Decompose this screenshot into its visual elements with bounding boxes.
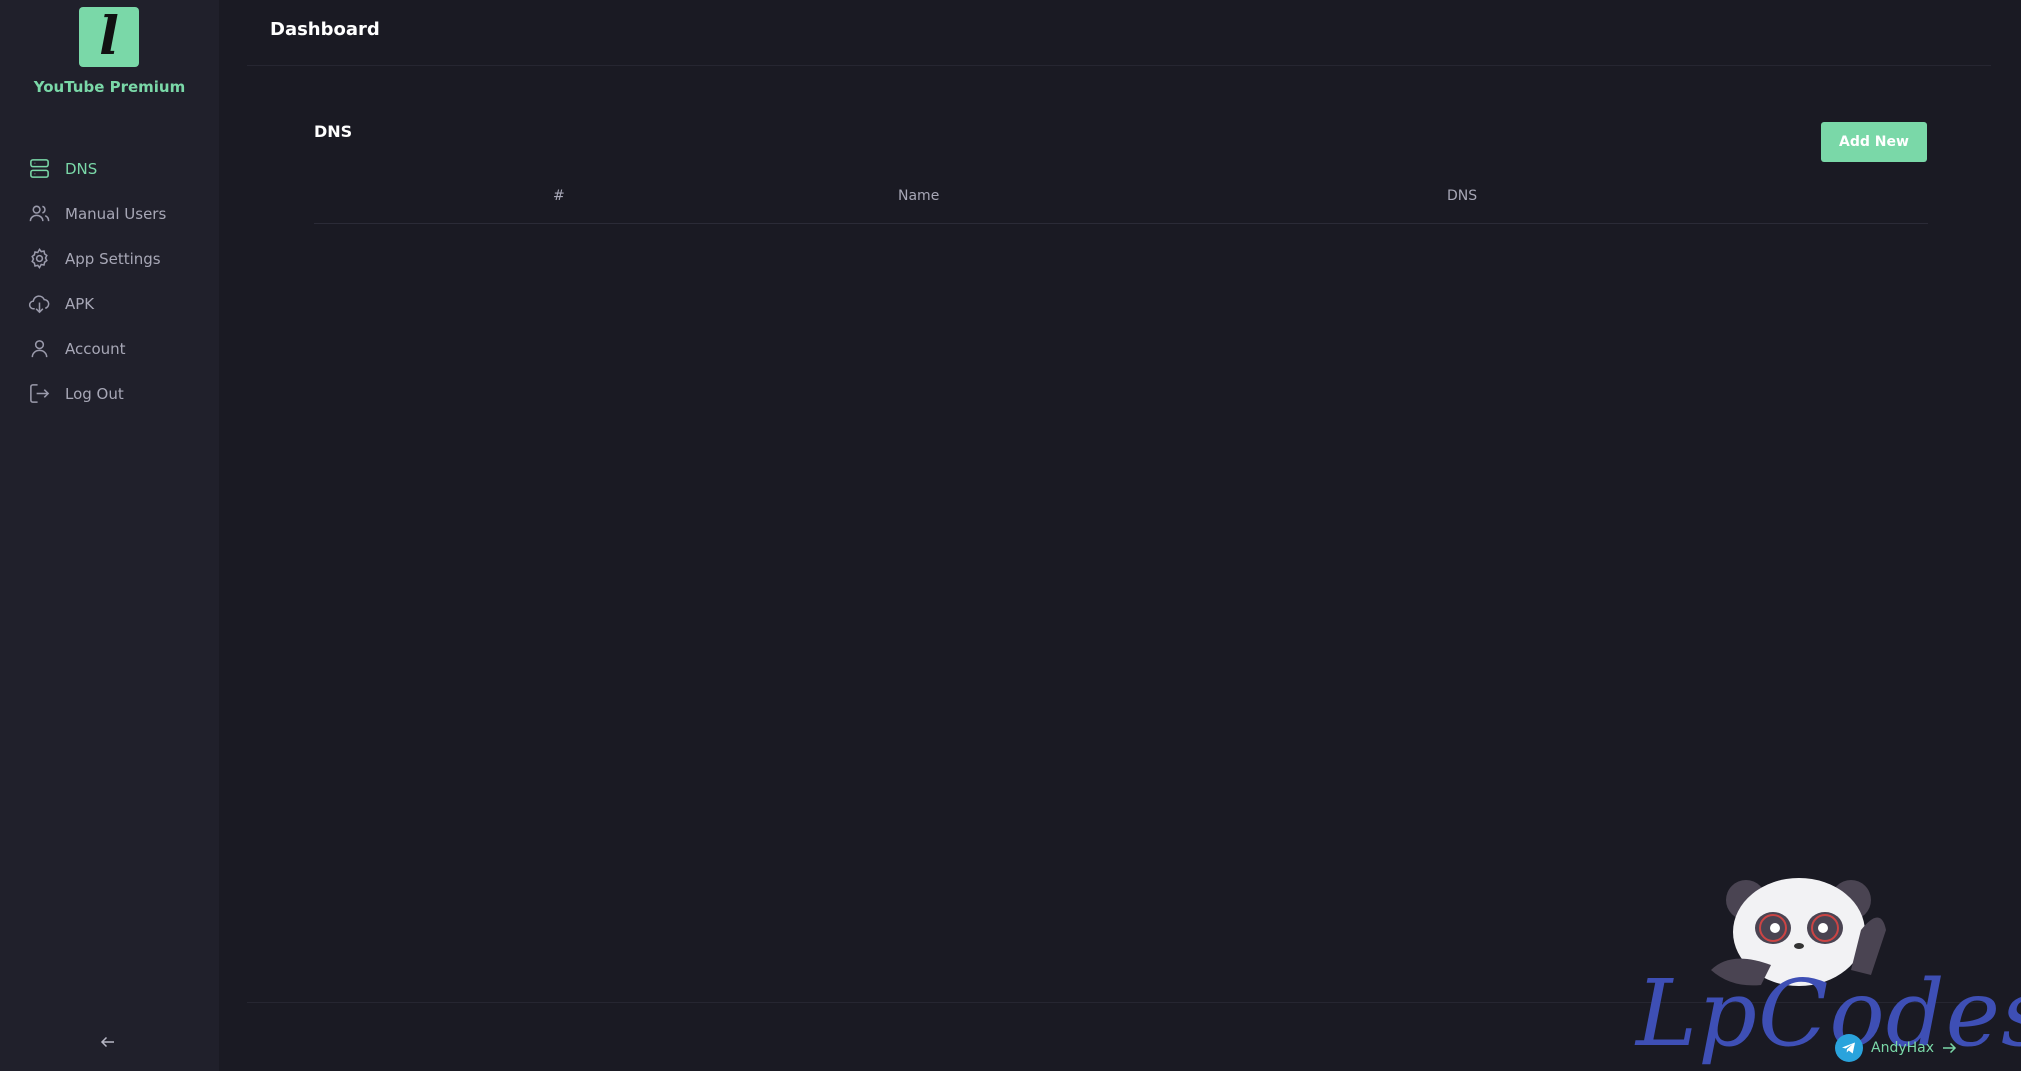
sidebar-item-dns[interactable]: DNS xyxy=(0,146,219,191)
add-new-button[interactable]: Add New xyxy=(1821,122,1927,162)
dns-table: # Name DNS xyxy=(314,178,1928,224)
telegram-handle: AndyHax xyxy=(1871,1040,1935,1056)
sidebar-item-label: Manual Users xyxy=(65,204,167,223)
table-header-index: # xyxy=(553,188,565,204)
telegram-link[interactable]: AndyHax xyxy=(1835,1034,1958,1062)
sidebar-item-label: App Settings xyxy=(65,249,161,268)
cloud-download-icon xyxy=(28,295,50,314)
table-header-dns: DNS xyxy=(1447,188,1478,204)
sidebar-item-log-out[interactable]: Log Out xyxy=(0,371,219,416)
gear-icon xyxy=(31,248,48,269)
sidebar-item-label: Log Out xyxy=(65,384,124,403)
sidebar-item-label: Account xyxy=(65,339,126,358)
section-title: DNS xyxy=(314,122,353,141)
table-header-name: Name xyxy=(898,188,940,204)
user-icon xyxy=(31,340,48,358)
logout-icon xyxy=(30,384,50,403)
watermark-text: LpCodes xyxy=(1636,960,2021,1067)
top-bar xyxy=(247,0,1991,66)
sidebar-item-label: DNS xyxy=(65,159,98,178)
sidebar-item-manual-users[interactable]: Manual Users xyxy=(0,191,219,236)
sidebar-item-app-settings[interactable]: App Settings xyxy=(0,236,219,281)
sidebar-item-apk[interactable]: APK xyxy=(0,281,219,326)
logo-letter: l xyxy=(99,6,119,67)
brand-name: YouTube Premium xyxy=(33,78,186,96)
page-title: Dashboard xyxy=(270,19,380,40)
sidebar-item-label: APK xyxy=(65,294,95,313)
sidebar-nav: DNS Manual Users App Settings APK Accoun… xyxy=(0,146,219,416)
server-icon xyxy=(30,159,49,178)
app-logo: l xyxy=(79,7,139,67)
sidebar: l YouTube Premium DNS Manual Users App S… xyxy=(0,0,219,1071)
users-icon xyxy=(29,205,50,222)
watermark: LpCodes AndyHax xyxy=(1616,870,2021,1070)
telegram-icon xyxy=(1835,1034,1863,1062)
arrow-left-icon xyxy=(100,1036,114,1048)
sidebar-item-account[interactable]: Account xyxy=(0,326,219,371)
arrow-right-icon xyxy=(1943,1042,1957,1054)
sidebar-collapse-button[interactable] xyxy=(96,1030,120,1054)
